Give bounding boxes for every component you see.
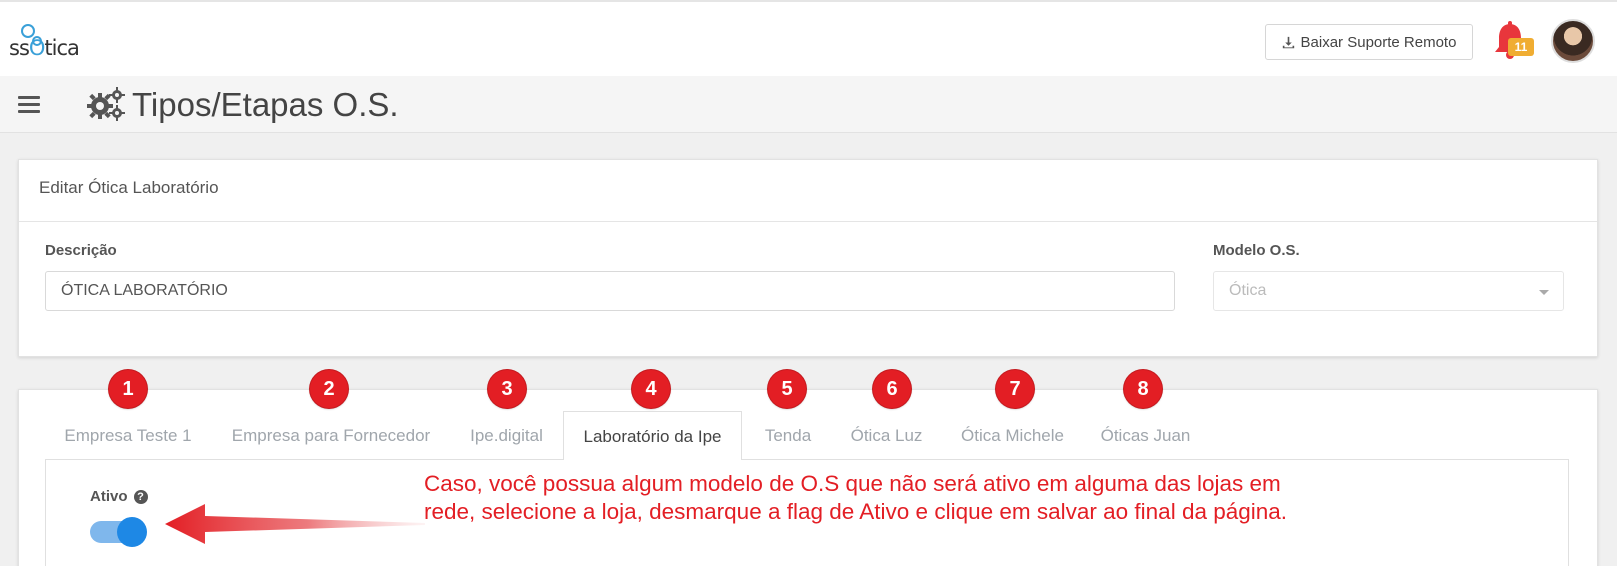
page-title: Tipos/Etapas O.S. [132, 86, 399, 123]
tab-otica-michele[interactable]: Ótica Michele [950, 411, 1075, 460]
ativo-toggle[interactable] [90, 517, 147, 547]
top-bar: ssOticassOtica Baixar Suporte Remoto 11 [0, 0, 1617, 76]
annotation-line-1: Caso, você possua algum modelo de O.S qu… [424, 471, 1281, 496]
descricao-input[interactable]: ÓTICA LABORATÓRIO [45, 271, 1175, 311]
modelo-os-select[interactable]: Ótica [1213, 271, 1564, 311]
user-avatar[interactable] [1551, 19, 1595, 63]
tab-ipe-digital[interactable]: Ipe.digital [460, 411, 553, 460]
step-marker-6: 6 [873, 370, 911, 408]
title-bar: Tipos/Etapas O.S. [0, 76, 1617, 133]
tab-empresa-para-fornecedor[interactable]: Empresa para Fornecedor [221, 411, 441, 460]
modelo-os-label: Modelo O.S. [1213, 242, 1300, 259]
ssotica-logo[interactable]: ssOticassOtica [9, 22, 89, 62]
tab-laboratorio-da-ipe[interactable]: Laboratório da Ipe [563, 411, 742, 460]
step-marker-5: 5 [768, 370, 806, 408]
step-marker-7: 7 [996, 370, 1034, 408]
annotation-text: Caso, você possua algum modelo de O.S qu… [424, 470, 1287, 526]
step-marker-1: 1 [109, 370, 147, 408]
download-icon [1282, 36, 1294, 48]
tab-tenda[interactable]: Tenda [755, 411, 821, 460]
tab-empresa-teste-1[interactable]: Empresa Teste 1 [56, 411, 200, 460]
step-marker-4: 4 [632, 370, 670, 408]
chevron-down-icon [1539, 290, 1549, 295]
download-remote-support-button[interactable]: Baixar Suporte Remoto [1265, 24, 1473, 60]
gears-icon [87, 87, 125, 121]
toggle-knob [117, 517, 147, 547]
help-icon[interactable]: ? [133, 489, 148, 504]
edit-form-panel: Editar Ótica Laboratório [18, 159, 1598, 357]
notification-count-badge: 11 [1508, 38, 1534, 56]
modelo-os-value: Ótica [1229, 282, 1267, 299]
ativo-label: Ativo ? [90, 488, 148, 505]
annotation-arrow-icon [165, 504, 425, 544]
step-marker-2: 2 [310, 370, 348, 408]
annotation-line-2: rede, selecione a loja, desmarque a flag… [424, 499, 1288, 524]
step-marker-3: 3 [488, 370, 526, 408]
tab-oticas-juan[interactable]: Óticas Juan [1094, 411, 1197, 460]
tab-otica-luz[interactable]: Ótica Luz [842, 411, 931, 460]
download-remote-support-label: Baixar Suporte Remoto [1300, 33, 1457, 51]
panel-heading: Editar Ótica Laboratório [19, 160, 1597, 222]
step-marker-8: 8 [1124, 370, 1162, 408]
menu-toggle-icon[interactable] [18, 96, 40, 114]
descricao-label: Descrição [45, 242, 117, 259]
ativo-label-text: Ativo [90, 488, 128, 505]
